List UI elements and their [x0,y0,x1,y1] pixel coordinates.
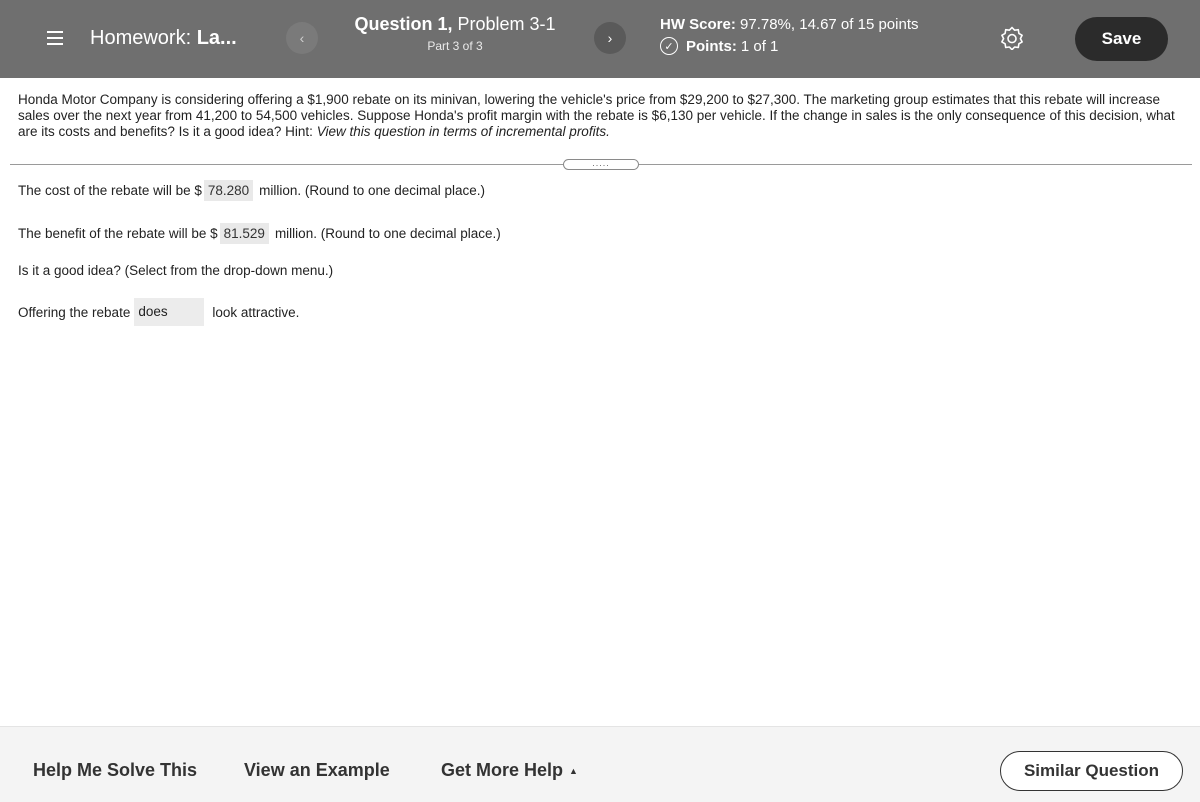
help-me-solve-button[interactable]: Help Me Solve This [33,760,197,781]
question-indicator: Question 1, Problem 3-1 Part 3 of 3 [330,14,580,53]
problem-statement: Honda Motor Company is considering offer… [18,92,1188,140]
hw-score-value: 97.78%, 14.67 of 15 points [740,16,919,33]
benefit-prefix: The benefit of the rebate will be $ [18,226,218,241]
hw-score-label: HW Score: [660,16,736,33]
homework-title[interactable]: Homework: La... [90,27,237,50]
get-more-help-label: Get More Help [441,760,564,780]
get-more-help-button[interactable]: Get More Help ▲ [441,760,578,781]
offer-prefix: Offering the rebate [18,304,131,320]
points-label: Points: [686,37,737,55]
question-number: Question 1, [354,14,453,34]
attractiveness-dropdown[interactable]: does [134,298,205,326]
view-example-button[interactable]: View an Example [244,760,390,781]
check-circle-icon: ✓ [660,37,678,55]
save-button[interactable]: Save [1075,17,1168,61]
chevron-left-icon: ‹ [299,30,305,46]
cost-prefix: The cost of the rebate will be $ [18,183,202,198]
help-footer: Help Me Solve This View an Example Get M… [0,726,1200,802]
points-value: 1 of 1 [740,37,779,55]
benefit-suffix: million. (Round to one decimal place.) [274,226,501,241]
homework-name: La... [196,27,237,49]
offer-suffix: look attractive. [212,304,300,320]
caret-up-icon: ▲ [569,766,578,777]
benefit-answer-field[interactable]: 81.529 [219,223,269,244]
similar-question-button[interactable]: Similar Question [1000,751,1183,791]
next-question-button[interactable]: › [594,22,626,54]
good-idea-text: Is it a good idea? (Select from the drop… [18,263,334,278]
part-indicator: Part 3 of 3 [427,39,483,53]
cost-answer-row: The cost of the rebate will be $ 78.280 … [18,180,485,201]
benefit-answer-row: The benefit of the rebate will be $ 81.5… [18,223,501,244]
problem-number: Problem 3-1 [457,14,556,34]
problem-hint: View this question in terms of increment… [316,124,610,139]
resize-grip-handle[interactable]: ..... [563,159,639,170]
cost-suffix: million. (Round to one decimal place.) [259,183,486,198]
cost-answer-field[interactable]: 78.280 [203,180,254,201]
offer-answer-row: Offering the rebate does look attractive… [18,298,299,326]
menu-icon[interactable] [44,27,66,47]
good-idea-question: Is it a good idea? (Select from the drop… [18,263,333,278]
gear-icon[interactable] [1000,26,1024,51]
previous-question-button[interactable]: ‹ [286,22,318,54]
homework-prefix: Homework: [90,27,192,49]
chevron-right-icon: › [607,30,613,46]
top-bar: Homework: La... ‹ Question 1, Problem 3-… [0,0,1200,78]
score-panel: HW Score: 97.78%, 14.67 of 15 points ✓ P… [660,16,919,55]
